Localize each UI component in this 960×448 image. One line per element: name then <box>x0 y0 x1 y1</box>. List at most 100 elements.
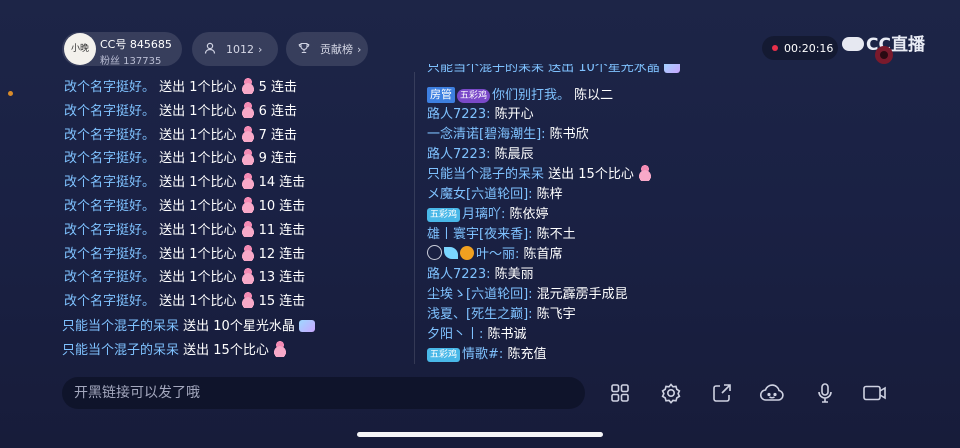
combo-count: 10 连击 <box>258 198 306 214</box>
heart-gift-icon <box>240 292 255 309</box>
chat-message: 陈梓 <box>536 187 563 202</box>
chat-nick[interactable]: 改个名字挺好。 <box>64 294 155 309</box>
chat-message: 送出 1个比心 <box>159 222 237 238</box>
chat-nick[interactable]: 只能当个混子的呆呆 <box>427 167 544 182</box>
contribution-label: 贡献榜 <box>320 43 353 56</box>
fan-badge: 五彩鸡 <box>427 348 461 362</box>
cloud-logo-icon <box>842 37 864 51</box>
chat-message: 陈飞宇 <box>536 307 576 322</box>
chat-nick[interactable]: 改个名字挺好。 <box>64 80 155 95</box>
chat-line: 改个名字挺好。 送出 1个比心 13 连击 <box>64 268 305 288</box>
chat-nick[interactable]: 只能当个混子的呆呆 <box>62 319 179 334</box>
chat-nick[interactable]: 改个名字挺好。 <box>64 247 155 262</box>
trophy-icon <box>298 42 310 57</box>
chat-message: 送出 1个比心 <box>159 127 237 143</box>
chat-message: 送出 1个比心 <box>159 270 237 286</box>
chat-nick[interactable]: 路人7223: <box>427 107 490 122</box>
chat-message: 送出 15个比心 <box>183 343 269 358</box>
host-avatar[interactable]: 小晚 <box>64 33 96 65</box>
viewers-count: 1012 <box>226 42 254 56</box>
host-fans-count: 粉丝 137735 <box>100 56 162 67</box>
chat-line: 五彩鸡 情歌#: 陈充值 <box>427 345 656 365</box>
combo-count: 14 连击 <box>258 175 306 191</box>
chat-line: 雄丨寰宇[夜来香]: 陈不土 <box>427 225 656 245</box>
chat-nick[interactable]: 只能当个混子的呆呆 <box>62 343 179 358</box>
chat-line: 改个名字挺好。 送出 1个比心 7 连击 <box>64 125 305 146</box>
emoji-badge-icon <box>460 246 474 260</box>
chat-line: 改个名字挺好。 送出 1个比心 11 连击 <box>64 220 305 241</box>
chat-message: 陈晨辰 <box>494 147 534 162</box>
chat-line: 只能当个混子的呆呆 送出 10个星光水晶 <box>62 317 315 337</box>
settings-gear-icon[interactable] <box>658 380 684 406</box>
chat-line: メ魔女[六道轮回]: 陈梓 <box>427 185 656 205</box>
chat-line: 改个名字挺好。 送出 1个比心 10 连击 <box>64 196 306 217</box>
chat-message: 送出 1个比心 <box>159 198 237 214</box>
chat-line: 改个名字挺好。 送出 1个比心 15 连击 <box>64 292 305 312</box>
chat-message: 陈以二 <box>574 88 614 103</box>
chat-nick[interactable]: 改个名字挺好。 <box>64 199 155 214</box>
apps-grid-icon[interactable] <box>607 380 633 406</box>
chat-input[interactable]: 开黑链接可以发了哦 <box>62 377 585 409</box>
combo-count: 13 连击 <box>258 270 306 286</box>
left-chat-gifts: 只能当个混子的呆呆 送出 10个星光水晶 只能当个混子的呆呆 送出 15个比心 <box>62 317 315 361</box>
emblem-icon <box>427 245 442 260</box>
chat-message: 送出 1个比心 <box>159 175 237 191</box>
chat-nick[interactable]: 路人7223: <box>427 267 490 282</box>
chat-nick[interactable]: 一念清诺[碧海潮生]: <box>427 127 546 142</box>
camera-icon[interactable] <box>862 380 888 406</box>
chat-nick[interactable]: 夕阳丶丨: <box>427 327 483 342</box>
chat-message: 送出 1个比心 <box>159 246 237 262</box>
combo-count: 7 连击 <box>258 127 297 143</box>
left-chat-list: 改个名字挺好。 送出 1个比心 5 连击 改个名字挺好。 送出 1个比心 6 连击 改个… <box>64 78 305 312</box>
viewers-button[interactable]: 1012 › <box>192 32 278 66</box>
right-chat-list: 房管 五彩鸡 你们别打我。 陈以二 路人7223: 陈开心 一念清诺[碧海潮生]: … <box>427 86 656 365</box>
chat-line: 房管 五彩鸡 你们别打我。 陈以二 <box>427 86 656 106</box>
chat-line: 改个名字挺好。 送出 1个比心 6 连击 <box>64 101 305 122</box>
share-icon[interactable] <box>709 380 735 406</box>
chat-nick[interactable]: 尘埃ゝ[六道轮回]: <box>427 287 533 302</box>
heart-gift-icon <box>240 125 255 142</box>
chat-nick[interactable]: 雄丨寰宇[夜来香]: <box>427 227 533 242</box>
chat-nick[interactable]: 浅夏、[死生之巅]: <box>427 307 533 322</box>
crystal-gift-icon <box>663 64 680 73</box>
live-timer: 00:20:16 <box>762 36 838 60</box>
host-cc-id: CC号 845685 <box>100 38 172 51</box>
chat-message: 送出 1个比心 <box>159 103 237 119</box>
chat-line: 只能当个混子的呆呆 送出 15个比心 <box>62 341 315 361</box>
heart-gift-icon <box>240 78 255 94</box>
chat-line: 只能当个混子的呆呆 送出 15个比心 <box>427 165 656 185</box>
chat-nick[interactable]: 改个名字挺好。 <box>64 128 155 143</box>
heart-gift-icon <box>240 268 255 285</box>
chat-message: 陈书欣 <box>549 127 589 142</box>
crystal-gift-icon <box>298 320 315 332</box>
chevron-right-icon: › <box>357 42 362 56</box>
chat-message: 你们别打我。 <box>492 88 571 103</box>
microphone-icon[interactable] <box>812 380 838 406</box>
combo-count: 6 连击 <box>258 103 297 119</box>
chat-message: 陈首席 <box>523 247 563 262</box>
chat-nick[interactable]: 路人7223: <box>427 147 490 162</box>
chat-nick[interactable]: 改个名字挺好。 <box>64 104 155 119</box>
chat-nick[interactable]: 改个名字挺好。 <box>64 270 155 285</box>
timer-text: 00:20:16 <box>784 41 834 55</box>
chat-line: 夕阳丶丨: 陈书诚 <box>427 325 656 345</box>
chat-message: 陈美丽 <box>494 267 534 282</box>
chat-nick[interactable]: 月璃吖: <box>462 207 505 222</box>
chat-nick[interactable]: 改个名字挺好。 <box>64 223 155 238</box>
chat-line: 一念清诺[碧海潮生]: 陈书欣 <box>427 125 656 145</box>
chat-message: 送出 10个星光水晶 <box>183 319 295 334</box>
home-indicator[interactable] <box>357 432 603 437</box>
emoji-cloud-icon[interactable] <box>759 380 785 406</box>
indicator-dot <box>8 91 13 96</box>
chat-line: 尘埃ゝ[六道轮回]: 混元霹雳手成昆 <box>427 285 656 305</box>
chat-message: 混元霹雳手成昆 <box>536 287 628 302</box>
chat-message: 送出 1个比心 <box>159 151 237 167</box>
contribution-ranking-button[interactable]: 贡献榜 › <box>286 32 368 66</box>
chat-message: 陈开心 <box>494 107 534 122</box>
chat-nick[interactable]: 叶～丽: <box>476 247 519 262</box>
chat-nick[interactable]: 改个名字挺好。 <box>64 151 155 166</box>
chat-nick[interactable]: 改个名字挺好。 <box>64 175 155 190</box>
chat-nick[interactable]: メ魔女[六道轮回]: <box>427 187 533 202</box>
chat-nick[interactable]: 情歌#: <box>462 347 503 362</box>
heart-gift-icon <box>272 341 287 357</box>
